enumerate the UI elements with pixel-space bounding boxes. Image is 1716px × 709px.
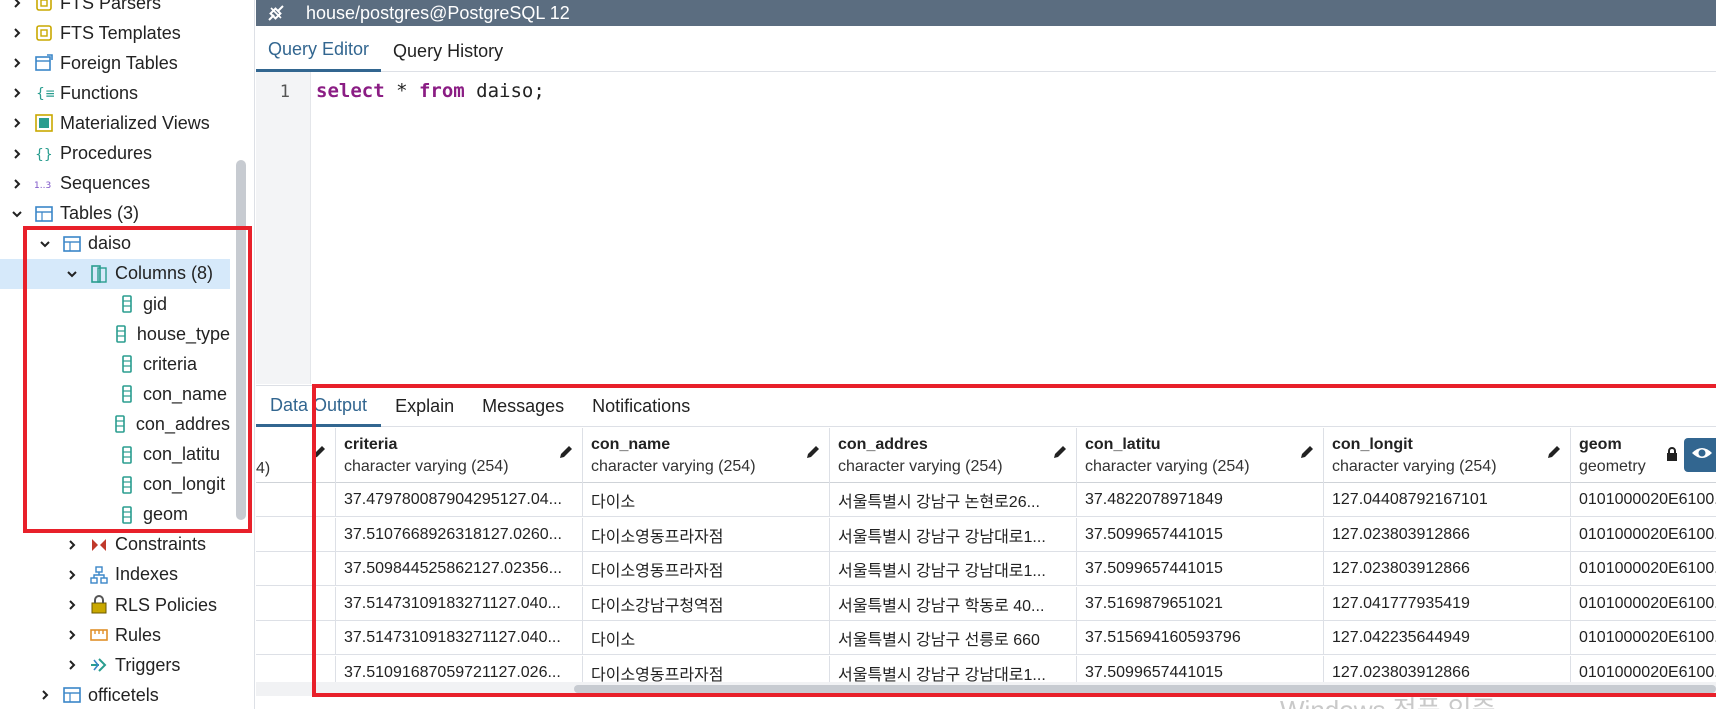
connection-plug-icon[interactable] [256, 0, 296, 26]
chevron-down-icon[interactable] [10, 207, 24, 221]
tree-item-rls-policies[interactable]: RLS Policies [0, 590, 230, 620]
fts-template-icon [34, 23, 54, 43]
tree-item-triggers[interactable]: Triggers [0, 650, 230, 680]
chevron-right-icon[interactable] [10, 0, 24, 10]
sql-keyword-select: select [316, 80, 385, 102]
chevron-right-icon[interactable] [65, 658, 79, 672]
sql-editor[interactable]: 1 select * from daiso; [256, 72, 1716, 384]
tab-query-history[interactable]: Query History [381, 30, 515, 72]
chevron-right-icon[interactable] [65, 568, 79, 582]
connection-title: house/postgres@PostgreSQL 12 [306, 2, 570, 23]
function-icon: {≡} [34, 83, 54, 103]
editor-tabs: Query Editor Query History [256, 30, 1716, 72]
triggers-icon [89, 655, 109, 675]
tree-item-label: FTS Templates [60, 22, 181, 43]
tree-item-label: Constraints [115, 534, 207, 555]
tree-item-label: Sequences [60, 173, 151, 194]
svg-text:{}: {} [35, 147, 53, 163]
tree-item-label: Functions [60, 82, 139, 103]
foreign-table-icon [34, 53, 54, 73]
materialized-view-icon [34, 113, 54, 133]
sql-operator: * [384, 80, 419, 102]
tree-item-label: Triggers [115, 654, 181, 675]
procedure-icon: {} [34, 144, 54, 164]
tree-item-rules[interactable]: Rules [0, 620, 230, 650]
tree-item-officetels[interactable]: officetels [0, 680, 230, 709]
sequence-icon: 1..3 [34, 174, 54, 194]
tree-item-indexes[interactable]: Indexes [0, 560, 230, 590]
tree-item-procedures[interactable]: {} Procedures [0, 139, 230, 169]
tree-item-label: Rules [115, 624, 162, 645]
fts-parser-icon [34, 0, 54, 13]
tree-item-constraints[interactable]: Constraints [0, 530, 230, 560]
tree-item-label: Foreign Tables [60, 52, 178, 73]
chevron-right-icon[interactable] [10, 177, 24, 191]
chevron-right-icon[interactable] [10, 26, 24, 40]
chevron-right-icon[interactable] [38, 688, 52, 702]
sql-keyword-from: from [418, 80, 465, 102]
tree-item-label: Indexes [115, 564, 179, 585]
tree-item-fts-templates[interactable]: FTS Templates [0, 18, 230, 48]
svg-text:{≡}: {≡} [36, 86, 54, 102]
highlight-box-columns [23, 226, 252, 533]
chevron-right-icon[interactable] [10, 116, 24, 130]
tree-item-label: Procedures [60, 143, 153, 163]
query-tool-titlebar: house/postgres@PostgreSQL 12 [256, 0, 1716, 26]
highlight-box-output [312, 384, 1716, 697]
tree-item-label: FTS Parsers [60, 0, 162, 13]
tree-item-label: RLS Policies [115, 594, 218, 615]
tree-item-sequences[interactable]: 1..3 Sequences [0, 169, 230, 199]
chevron-right-icon[interactable] [10, 56, 24, 70]
tree-item-label: officetels [88, 684, 159, 705]
chevron-right-icon[interactable] [10, 147, 24, 161]
tree-item-label: Tables (3) [60, 203, 140, 224]
sql-table-name: daiso; [464, 80, 545, 102]
tree-item-label: Materialized Views [60, 112, 210, 133]
line-number-gutter: 1 [256, 72, 311, 384]
tree-item-tables-3[interactable]: Tables (3) [0, 199, 230, 229]
tree-item-materialized-views[interactable]: Materialized Views [0, 108, 230, 138]
tables-icon [34, 204, 54, 224]
tree-item-fts-parsers[interactable]: FTS Parsers [0, 0, 230, 18]
line-number: 1 [279, 82, 290, 102]
tab-query-editor[interactable]: Query Editor [256, 30, 382, 72]
sql-code-line[interactable]: select * from daiso; [316, 80, 545, 102]
chevron-right-icon[interactable] [65, 628, 79, 642]
indexes-icon [89, 565, 109, 585]
tree-item-foreign-tables[interactable]: Foreign Tables [0, 48, 230, 78]
tree-item-functions[interactable]: {≡} Functions [0, 78, 230, 108]
table-icon [62, 685, 82, 705]
chevron-right-icon[interactable] [65, 538, 79, 552]
chevron-right-icon[interactable] [10, 86, 24, 100]
svg-text:1..3: 1..3 [34, 181, 51, 191]
chevron-right-icon[interactable] [65, 598, 79, 612]
rls-policy-icon [89, 595, 109, 615]
rules-icon [89, 625, 109, 645]
constraints-icon [89, 535, 109, 555]
